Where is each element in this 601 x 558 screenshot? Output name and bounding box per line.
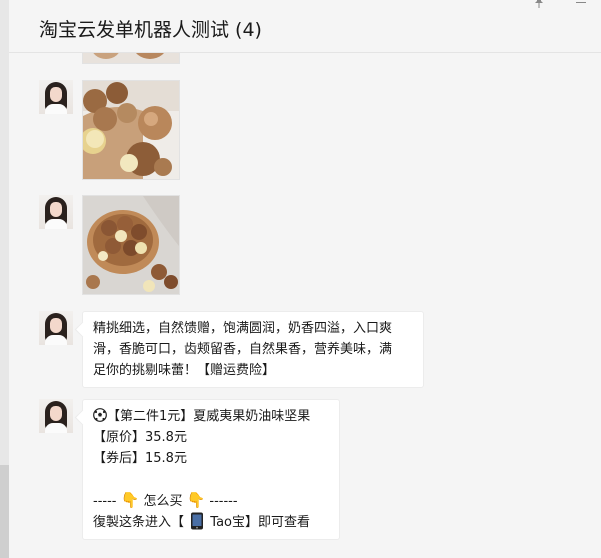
message-image-macadamia-bowl[interactable] <box>82 195 180 295</box>
message-line: 足你的挑剔味蕾！【赠运费险】 <box>93 363 276 378</box>
pin-icon[interactable] <box>533 0 545 11</box>
how-to-buy-line: ----- 👇 怎么买 👇 ------ <box>93 490 329 512</box>
message-image-macadamia[interactable] <box>82 80 180 180</box>
copy-instruction-line: 復製这条进入【 Tao宝】即可查看 <box>93 512 329 533</box>
avatar[interactable] <box>39 80 73 114</box>
avatar[interactable] <box>39 311 73 345</box>
left-scroll-strip <box>0 0 9 558</box>
text-bubble[interactable]: 精挑细选，自然馈赠，饱满圆润，奶香四溢，入口爽 滑，香脆可口，齿颊留香，自然果香… <box>82 311 424 388</box>
scrollbar-thumb[interactable] <box>0 465 9 558</box>
avatar[interactable] <box>39 195 73 229</box>
coupon-price: 【券后】15.8元 <box>93 451 187 466</box>
message-image-partial[interactable] <box>82 53 180 64</box>
window-controls <box>533 0 587 11</box>
soccer-ball-icon <box>93 408 107 422</box>
minimize-icon[interactable] <box>575 0 587 11</box>
copy-prefix: 復製这条进入【 <box>93 515 185 530</box>
chat-area[interactable]: 精挑细选，自然馈赠，饱满圆润，奶香四溢，入口爽 滑，香脆可口，齿颊留香，自然果香… <box>9 53 601 558</box>
copy-app: Tao宝】即可查看 <box>210 515 311 530</box>
pointing-down-icon: 👇 <box>120 491 140 509</box>
how-to-buy-label: 怎么买 <box>143 494 183 509</box>
promo-bubble[interactable]: 【第二件1元】夏威夷果奶油味坚果 【原价】35.8元 【券后】15.8元 ---… <box>82 399 340 540</box>
macadamia-bowl-photo-graphic <box>83 196 179 294</box>
promo-title: 【第二件1元】夏威夷果奶油味坚果 <box>107 409 311 424</box>
chat-header: 淘宝云发单机器人测试 (4) <box>9 0 601 53</box>
dash-prefix: ----- <box>93 494 117 509</box>
promo-title-line: 【第二件1元】夏威夷果奶油味坚果 <box>93 406 329 427</box>
macadamia-photo-graphic <box>83 81 179 179</box>
avatar[interactable] <box>39 399 73 433</box>
message-line: 精挑细选，自然馈赠，饱满圆润，奶香四溢，入口爽 <box>93 321 393 336</box>
message-line: 滑，香脆可口，齿颊留香，自然果香，营养美味，满 <box>93 342 393 357</box>
original-price: 【原价】35.8元 <box>93 430 187 445</box>
dash-suffix: ------ <box>209 494 238 509</box>
chat-title: 淘宝云发单机器人测试 (4) <box>39 19 262 41</box>
mobile-phone-icon <box>191 512 204 530</box>
pointing-down-icon: 👇 <box>186 491 206 509</box>
